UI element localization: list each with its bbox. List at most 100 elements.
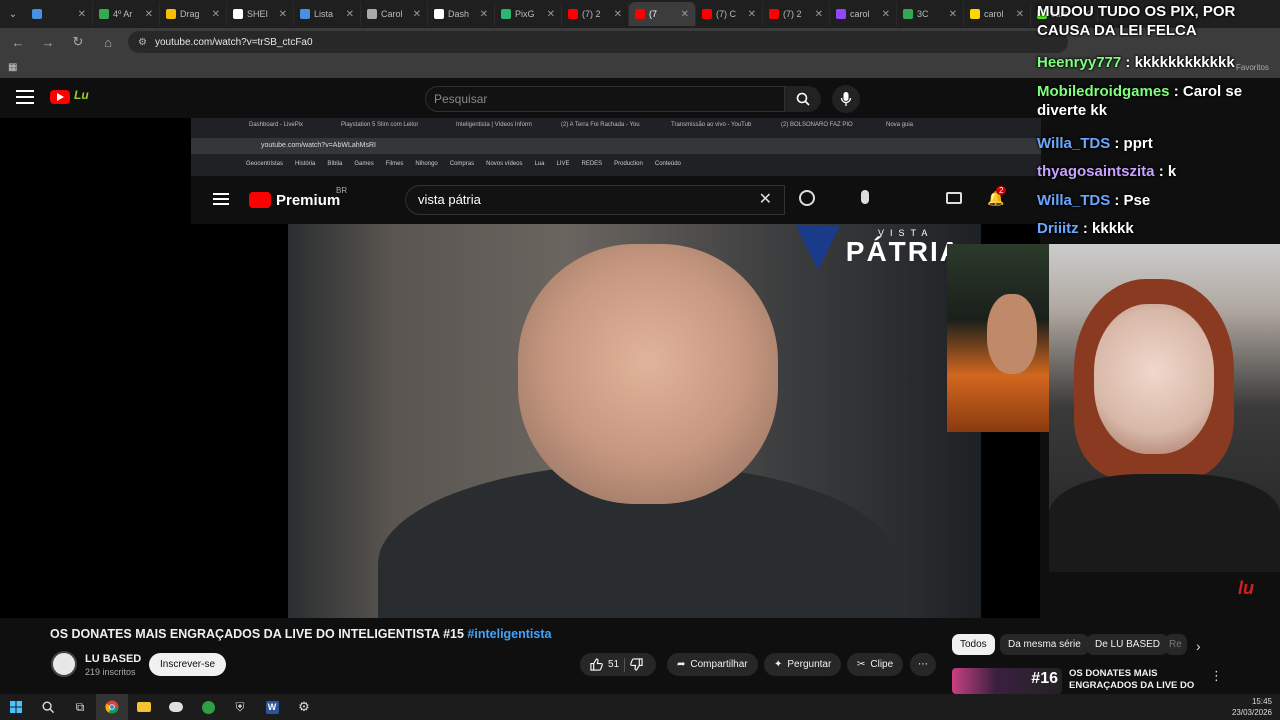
channel-brand-logo: Lu <box>74 88 89 102</box>
tab-favicon-icon <box>635 9 645 19</box>
chat-overlay: MUDOU TUDO OS PIX, POR CAUSA DA LEI FELC… <box>1030 0 1280 244</box>
task-view-icon[interactable]: ⧉ <box>64 694 96 720</box>
menu-icon[interactable] <box>16 90 34 104</box>
chat-message: MUDOU TUDO OS PIX, POR CAUSA DA LEI FELC… <box>1037 3 1236 39</box>
browser-tab[interactable]: (7 ✕ <box>629 2 696 26</box>
tab-label: 4º Ar <box>113 9 133 19</box>
reload-icon[interactable]: ↻ <box>68 34 88 50</box>
chat-message: thyagosaintszita : k <box>1037 163 1177 180</box>
security-shield-icon[interactable]: ⛨ <box>224 694 256 720</box>
subscribe-button[interactable]: Inscrever-se <box>149 653 227 676</box>
clip-button[interactable]: ✂ Clipe <box>847 653 904 676</box>
file-explorer-icon[interactable] <box>128 694 160 720</box>
browser-tab[interactable]: 4º Ar ✕ <box>93 2 160 26</box>
chip-all[interactable]: Todos <box>952 634 995 655</box>
tab-favicon-icon <box>568 9 578 19</box>
chip-channel[interactable]: De LU BASED <box>1087 634 1169 655</box>
hashtag-link[interactable]: #inteligentista <box>467 627 551 641</box>
shared-premium-label: Premium <box>276 192 341 209</box>
shared-screen-browser: Dashboard - LivePix Playstation 5 Slim co… <box>191 118 1041 176</box>
shared-bookmark: Novos vídeos <box>486 161 523 167</box>
browser-tab[interactable]: ✕ <box>26 2 93 26</box>
home-icon[interactable]: ⌂ <box>98 35 118 50</box>
browser-tab[interactable]: (7) 2 ✕ <box>562 2 629 26</box>
close-tab-icon[interactable]: ✕ <box>346 9 354 20</box>
close-tab-icon[interactable]: ✕ <box>949 9 957 20</box>
discord-icon[interactable] <box>160 694 192 720</box>
close-tab-icon[interactable]: ✕ <box>413 9 421 20</box>
browser-tab[interactable]: 3C ✕ <box>897 2 964 26</box>
tab-label: (7) C <box>716 9 736 19</box>
chrome-icon[interactable] <box>96 694 128 720</box>
youtube-logo-icon[interactable] <box>50 90 70 104</box>
shared-screen-tab: Dashboard - LivePix <box>249 122 304 128</box>
channel-avatar[interactable] <box>51 651 77 677</box>
ask-button[interactable]: ✦ Perguntar <box>764 653 842 676</box>
thumbs-down-icon[interactable] <box>630 658 643 671</box>
browser-tab[interactable]: Drag ✕ <box>160 2 227 26</box>
chip-related[interactable]: Re <box>1165 634 1187 655</box>
divider <box>624 657 626 672</box>
tab-favicon-icon <box>32 9 42 19</box>
tab-label: PixG <box>515 9 535 19</box>
browser-tab[interactable]: Carol ✕ <box>361 2 428 26</box>
tab-label: (7) 2 <box>582 9 601 19</box>
close-tab-icon[interactable]: ✕ <box>279 9 287 20</box>
close-tab-icon[interactable]: ✕ <box>212 9 220 20</box>
browser-tab[interactable]: (7) 2 ✕ <box>763 2 830 26</box>
voice-search-button[interactable] <box>832 85 860 113</box>
tab-label: carol <box>850 9 870 19</box>
close-tab-icon[interactable]: ✕ <box>547 9 555 20</box>
close-tab-icon[interactable]: ✕ <box>480 9 488 20</box>
tab-favicon-icon <box>702 9 712 19</box>
chat-message: Driiitz : kkkkk <box>1037 220 1134 237</box>
close-tab-icon[interactable]: ✕ <box>614 9 622 20</box>
chip-same-series[interactable]: Da mesma série <box>1000 634 1089 655</box>
taskbar-clock[interactable]: 15:45 23/03/2026 <box>1232 696 1272 718</box>
share-button[interactable]: ➦ Compartilhar <box>667 653 758 676</box>
tab-label: carol <box>984 9 1004 19</box>
browser-tab[interactable]: carol ✕ <box>830 2 897 26</box>
guest-face <box>987 294 1037 374</box>
forward-icon[interactable]: → <box>38 35 58 50</box>
browser-tab[interactable]: PixG ✕ <box>495 2 562 26</box>
channel-name[interactable]: LU BASED <box>85 653 141 665</box>
settings-icon[interactable]: ⚙ <box>288 694 320 720</box>
scissors-icon: ✂ <box>857 659 866 670</box>
browser-tab[interactable]: SHEI ✕ <box>227 2 294 26</box>
close-tab-icon[interactable]: ✕ <box>1016 9 1024 20</box>
browser-tab[interactable]: carol ✕ <box>964 2 1031 26</box>
close-tab-icon[interactable]: ✕ <box>882 9 890 20</box>
close-tab-icon[interactable]: ✕ <box>681 9 689 20</box>
search-input[interactable]: Pesquisar <box>425 86 785 112</box>
tab-favicon-icon <box>903 9 913 19</box>
like-button[interactable]: 51 <box>590 653 619 676</box>
browser-tab[interactable]: (7) C ✕ <box>696 2 763 26</box>
close-tab-icon[interactable]: ✕ <box>78 9 86 20</box>
word-icon[interactable]: W <box>256 694 288 720</box>
mic-icon <box>840 92 852 106</box>
search-icon[interactable] <box>32 694 64 720</box>
xbox-icon[interactable] <box>192 694 224 720</box>
tab-label: SHEI <box>247 9 269 19</box>
browser-tab[interactable]: Lista ✕ <box>294 2 361 26</box>
close-tab-icon[interactable]: ✕ <box>815 9 823 20</box>
close-tab-icon[interactable]: ✕ <box>145 9 153 20</box>
shared-mic-icon <box>861 190 869 204</box>
close-tab-icon[interactable]: ✕ <box>748 9 756 20</box>
address-bar[interactable]: ⚙ youtube.com/watch?v=trSB_ctcFa0 <box>128 31 1068 53</box>
chevron-right-icon[interactable]: › <box>1196 638 1201 654</box>
tab-search-button[interactable]: ⌄ <box>4 5 22 23</box>
share-icon: ➦ <box>677 659 686 670</box>
more-actions-button[interactable]: ⋯ <box>910 653 936 676</box>
apps-icon[interactable]: ▦ <box>8 62 17 73</box>
back-icon[interactable]: ← <box>8 35 28 50</box>
browser-tab[interactable]: Dash ✕ <box>428 2 495 26</box>
streamer-shoulders <box>1049 474 1280 572</box>
kebab-menu-icon[interactable]: ⋮ <box>1210 668 1223 684</box>
recommended-thumbnail[interactable]: #16 <box>952 668 1062 694</box>
search-button[interactable] <box>785 86 821 112</box>
site-info-icon[interactable]: ⚙ <box>138 37 147 48</box>
windows-start-icon[interactable] <box>0 694 32 720</box>
person-face <box>518 244 778 504</box>
